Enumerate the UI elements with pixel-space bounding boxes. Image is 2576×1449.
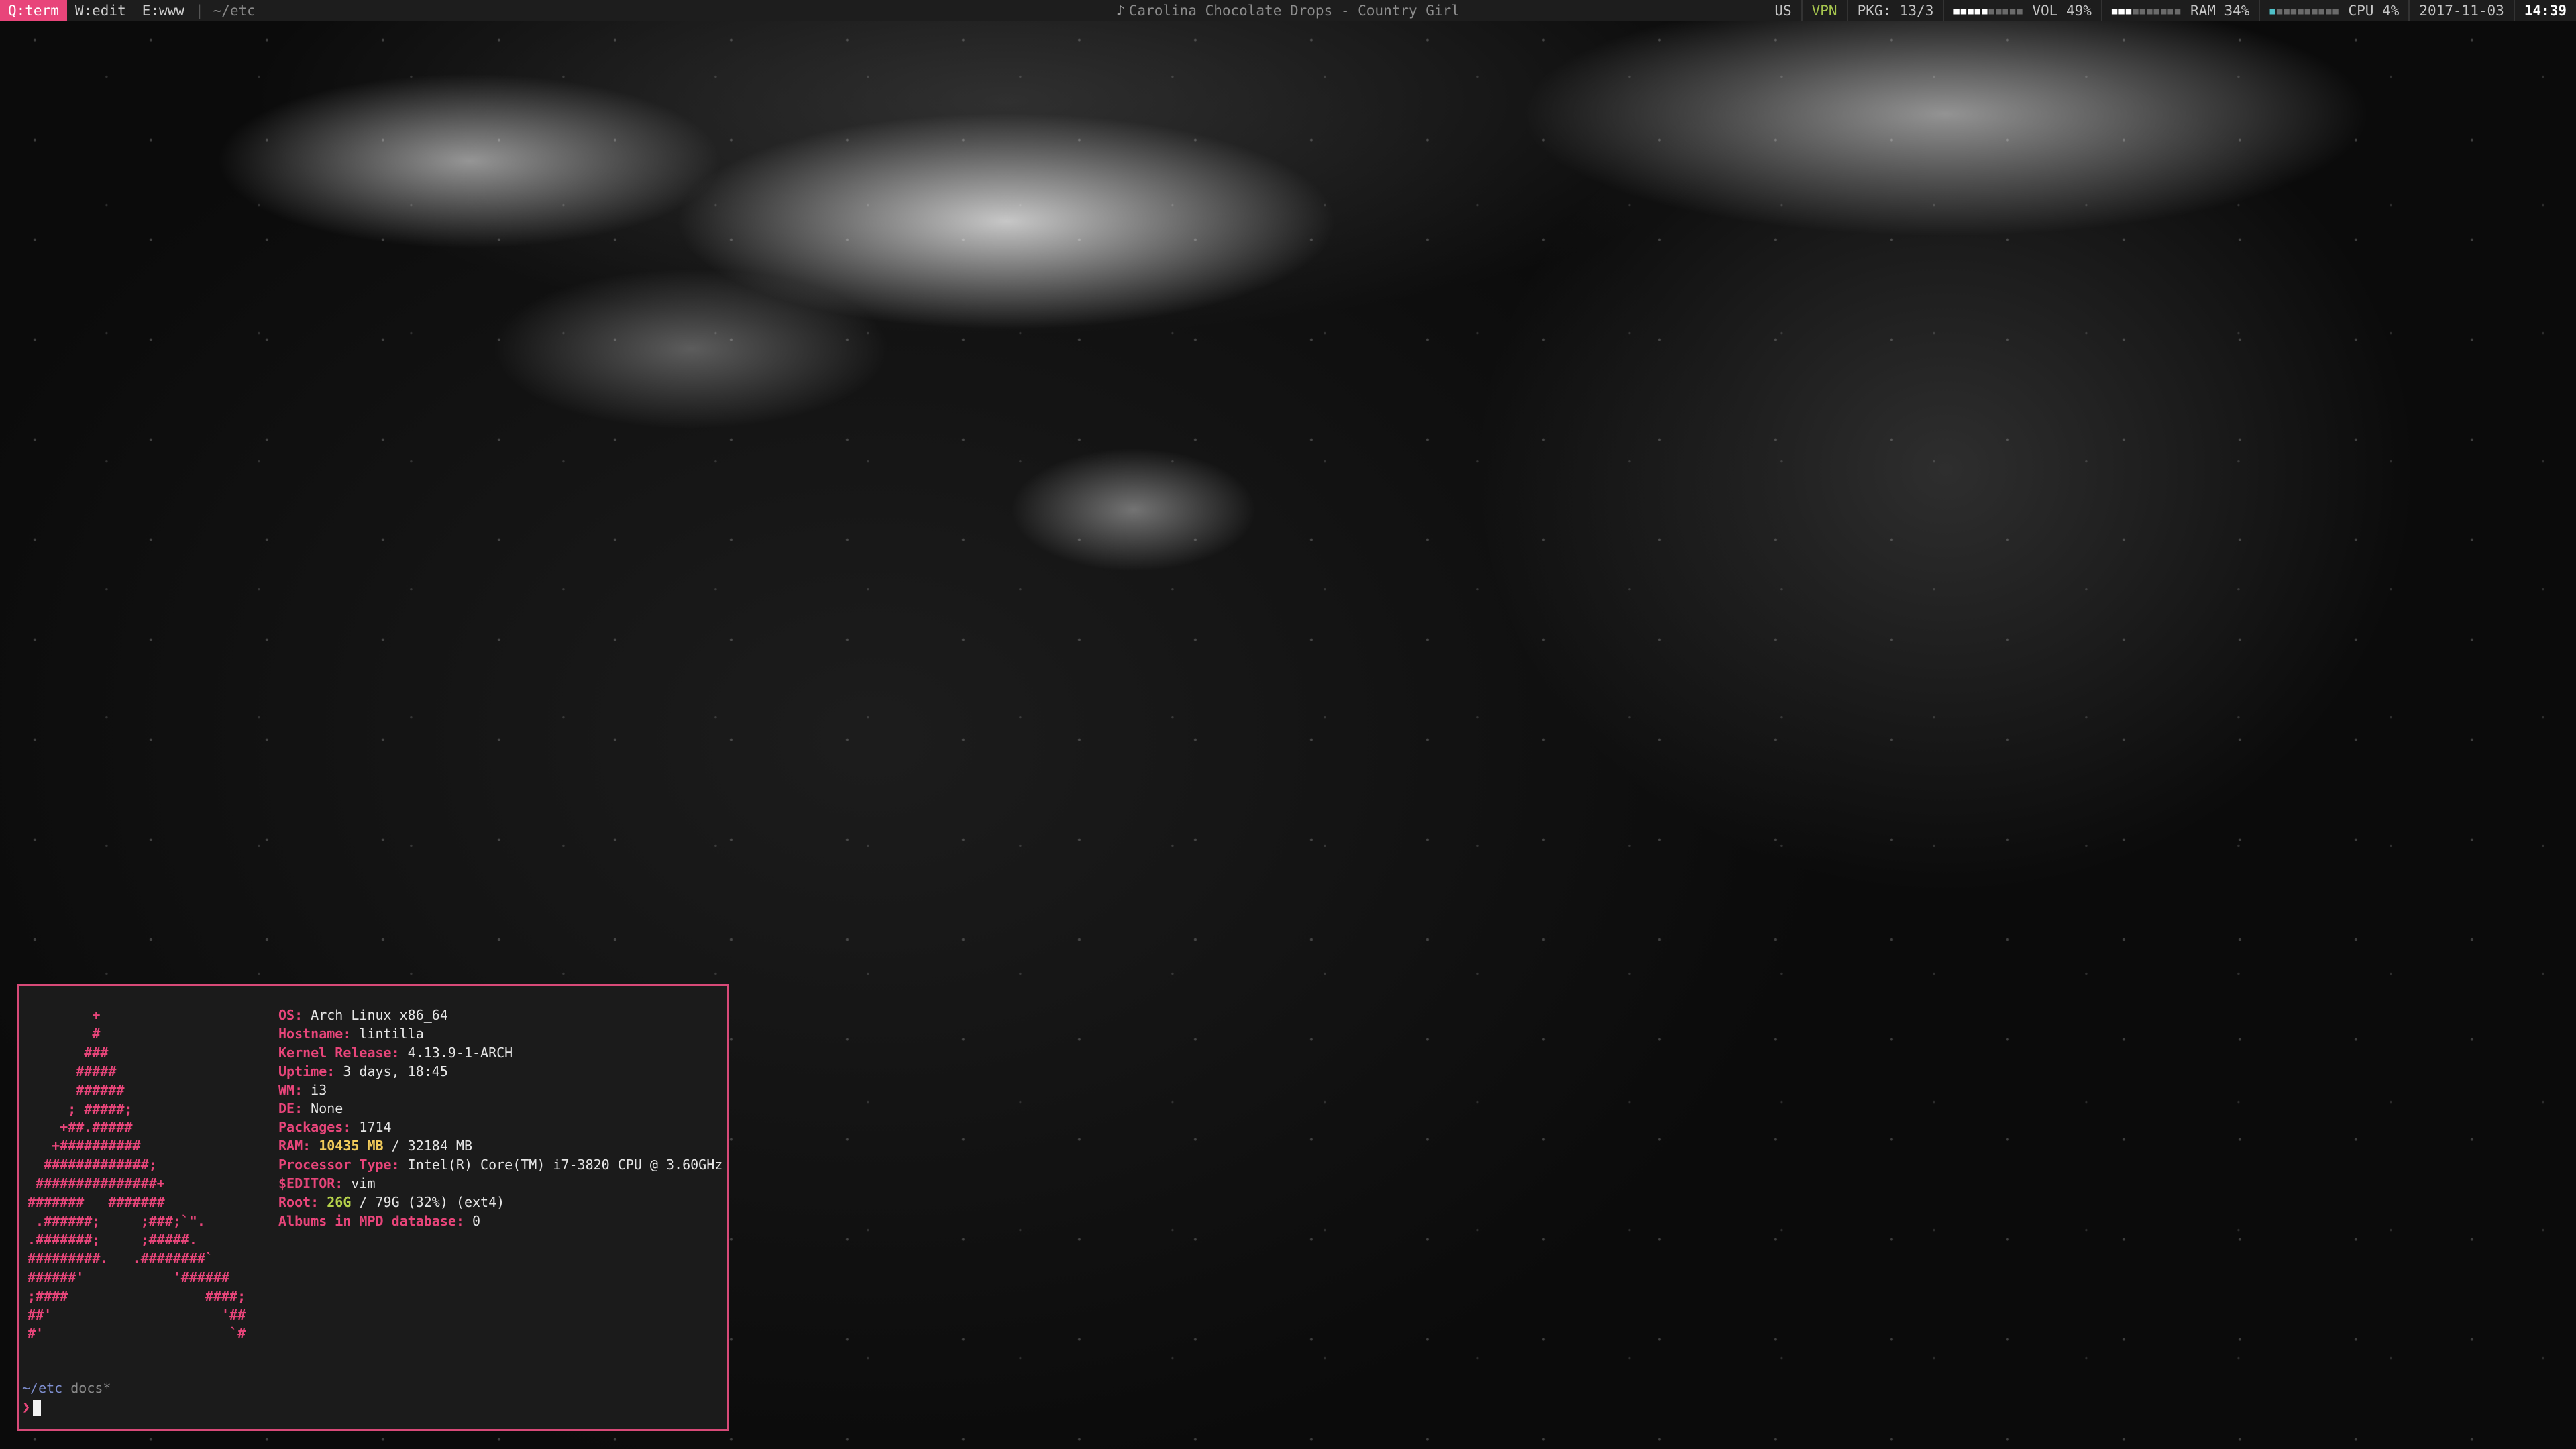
info-value: 4.13.9-1-ARCH [407,1044,513,1061]
arch-linux-logo-ascii: + # ### ##### ###### ; #####; +##.##### … [28,1007,246,1342]
ram-label: RAM 34% [2190,3,2250,19]
date[interactable]: 2017-11-03 [2408,0,2513,21]
info-key: Hostname: [278,1025,352,1042]
info-value-highlight: 26G [327,1193,352,1210]
now-playing[interactable]: ♪ Carolina Chocolate Drops - Country Girl [1116,3,1460,19]
status-bar: Q:term W:edit E:www | ~/etc ♪ Carolina Ch… [0,0,2576,21]
info-key: $EDITOR: [278,1175,343,1192]
info-row-processor: Processor Type: Intel(R) Core(TM) i7-382… [278,1156,722,1175]
keyboard-layout[interactable]: US [1765,0,1801,21]
info-value: / 79G (32%) (ext4) [351,1193,505,1210]
terminal-window[interactable]: + # ### ##### ###### ; #####; +##.##### … [17,984,729,1431]
info-row-wm: WM: i3 [278,1081,722,1100]
info-key: Kernel Release: [278,1044,400,1061]
workspace-bar: Q:term W:edit E:www | ~/etc [0,0,262,21]
info-value: Intel(R) Core(TM) i7-3820 CPU @ 3.60GHz [407,1157,723,1173]
info-row-ram: RAM: 10435 MB / 32184 MB [278,1137,722,1156]
info-key: Albums in MPD database: [278,1212,464,1229]
info-row-hostname: Hostname: lintilla [278,1025,722,1044]
info-value: / 32184 MB [383,1138,472,1155]
clock[interactable]: 14:39 [2513,0,2576,21]
info-row-kernel: Kernel Release: 4.13.9-1-ARCH [278,1044,722,1063]
ram-meter: ■■■■■■■■■■ [2111,6,2182,17]
info-key: Packages: [278,1119,352,1136]
workspace-term[interactable]: Q:term [0,0,67,21]
info-value: 1714 [359,1119,392,1136]
info-key: Root: [278,1193,319,1210]
prompt-symbol-icon: ❯ [22,1399,31,1415]
current-directory: ~/etc [213,3,256,19]
prompt-path: ~/etc [22,1380,63,1396]
info-row-packages: Packages: 1714 [278,1118,722,1137]
volume-label: VOL 49% [2032,3,2092,19]
vpn-status[interactable]: VPN [1801,0,1847,21]
volume-meter: ■■■■■■■■■■ [1953,6,2024,17]
workspace-www[interactable]: E:www [134,0,193,21]
cpu-indicator[interactable]: ■■■■■■■■■■ CPU 4% [2259,0,2408,21]
info-value: i3 [311,1081,327,1098]
info-value: 0 [472,1212,481,1229]
info-key: WM: [278,1081,303,1098]
prompt-input-line[interactable]: ❯ [22,1398,111,1417]
info-row-de: DE: None [278,1099,722,1118]
info-row-uptime: Uptime: 3 days, 18:45 [278,1063,722,1081]
shell-prompt[interactable]: ~/etc docs* ❯ [22,1379,111,1417]
desktop-wallpaper: Q:term W:edit E:www | ~/etc ♪ Carolina Ch… [0,0,2576,1449]
volume-indicator[interactable]: ■■■■■■■■■■ VOL 49% [1943,0,2101,21]
info-key: OS: [278,1007,303,1023]
info-key: RAM: [278,1138,311,1155]
music-note-icon: ♪ [1116,3,1125,19]
prompt-context: ~/etc docs* [22,1379,111,1398]
separator: | [195,3,204,19]
ram-indicator[interactable]: ■■■■■■■■■■ RAM 34% [2100,0,2259,21]
info-row-root: Root: 26G / 79G (32%) (ext4) [278,1193,722,1212]
info-row-editor: $EDITOR: vim [278,1175,722,1193]
info-value: Arch Linux x86_64 [311,1007,448,1023]
package-updates[interactable]: PKG: 13/3 [1846,0,1943,21]
info-value: lintilla [359,1025,424,1042]
status-indicators: US VPN PKG: 13/3 ■■■■■■■■■■ VOL 49% ■■■■… [1765,0,2576,21]
cpu-label: CPU 4% [2348,3,2400,19]
info-value: vim [351,1175,376,1192]
text-cursor [33,1399,42,1416]
info-value-highlight: 10435 MB [319,1138,384,1155]
info-key: DE: [278,1100,303,1117]
system-info: OS: Arch Linux x86_64 Hostname: lintilla… [278,1006,722,1231]
info-key: Processor Type: [278,1157,400,1173]
info-row-mpd: Albums in MPD database: 0 [278,1212,722,1231]
info-row-os: OS: Arch Linux x86_64 [278,1006,722,1025]
now-playing-title: Carolina Chocolate Drops - Country Girl [1128,3,1460,19]
info-value: 3 days, 18:45 [343,1063,448,1079]
info-value: None [311,1100,343,1117]
cpu-meter: ■■■■■■■■■■ [2269,6,2340,17]
workspace-edit[interactable]: W:edit [67,0,134,21]
prompt-git-branch: docs* [70,1380,111,1396]
info-key: Uptime: [278,1063,335,1079]
